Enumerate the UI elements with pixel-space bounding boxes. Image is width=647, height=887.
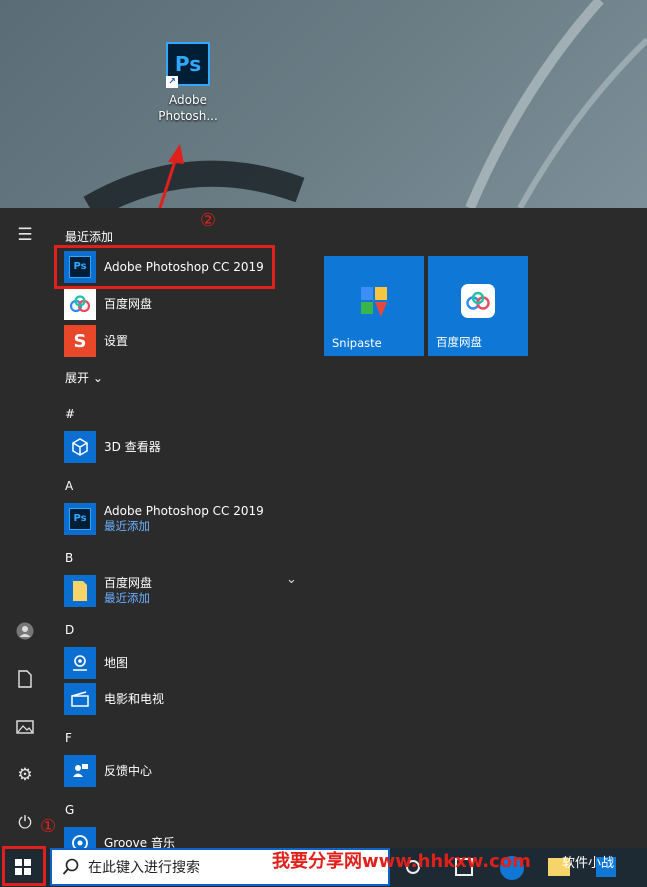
app-item-maps[interactable]: 地图 [64,646,304,680]
baidu-netdisk-icon [64,288,96,320]
maps-icon [64,647,96,679]
step-1-marker: ① [40,816,57,837]
watermark-text: 我要分享网www.hhkxw.com [272,851,531,872]
start-menu-rail: ☰ ⚙ ⏻ [0,208,48,848]
app-item-movies-tv[interactable]: 电影和电视 [64,682,304,716]
tile-snipaste[interactable]: Snipaste [324,256,424,356]
recent-header: 最近添加 [65,230,114,244]
app-list: 最近添加 Ps Adobe Photoshop CC 2019 百度网盘 S 设… [48,208,308,848]
chevron-down-icon: ⌄ [92,371,103,385]
photoshop-icon: Ps [64,503,96,535]
search-placeholder: 在此键入进行搜索 [88,860,200,876]
power-icon[interactable]: ⏻ [12,810,38,836]
section-letter[interactable]: F [65,731,72,745]
settings-s-icon: S [64,325,96,357]
highlight-photoshop-item [54,245,275,289]
folder-icon [64,575,96,607]
user-avatar-icon[interactable] [12,618,38,644]
app-item-groove[interactable]: Groove 音乐 [64,826,304,848]
groove-music-icon [64,827,96,848]
movies-tv-icon [64,683,96,715]
app-item-3d-viewer[interactable]: 3D 查看器 [64,430,304,464]
app-item-baidu-folder[interactable]: 百度网盘 最近添加 [64,574,304,608]
tile-baidu-netdisk[interactable]: 百度网盘 [428,256,528,356]
expand-toggle[interactable]: 展开 ⌄ [65,369,103,386]
recent-item-settings[interactable]: S 设置 [64,324,304,358]
section-letter[interactable]: D [65,623,74,637]
search-icon [62,858,79,875]
recent-item-baidu-netdisk[interactable]: 百度网盘 [64,287,304,321]
section-letter[interactable]: G [65,803,74,817]
snipaste-icon [361,287,387,317]
pictures-icon[interactable] [12,714,38,740]
app-item-feedback-hub[interactable]: 反馈中心 [64,754,304,788]
documents-icon[interactable] [12,666,38,692]
3d-viewer-icon [64,431,96,463]
highlight-start-button [2,846,46,886]
section-letter[interactable]: # [65,407,75,421]
start-menu: ☰ ⚙ ⏻ 最近添加 Ps Adobe Photoshop CC 2019 百度… [0,208,647,848]
watermark-text-secondary: 软件小战 [562,856,615,871]
gear-icon[interactable]: ⚙ [12,762,38,788]
section-letter[interactable]: B [65,551,73,565]
chevron-down-icon[interactable]: ⌄ [286,572,297,587]
feedback-hub-icon [64,755,96,787]
step-2-marker: ② [200,210,217,231]
section-letter[interactable]: A [65,479,73,493]
hamburger-icon[interactable]: ☰ [12,222,38,248]
baidu-netdisk-icon [461,284,495,318]
app-item-photoshop[interactable]: Ps Adobe Photoshop CC 2019 最近添加 [64,502,304,536]
